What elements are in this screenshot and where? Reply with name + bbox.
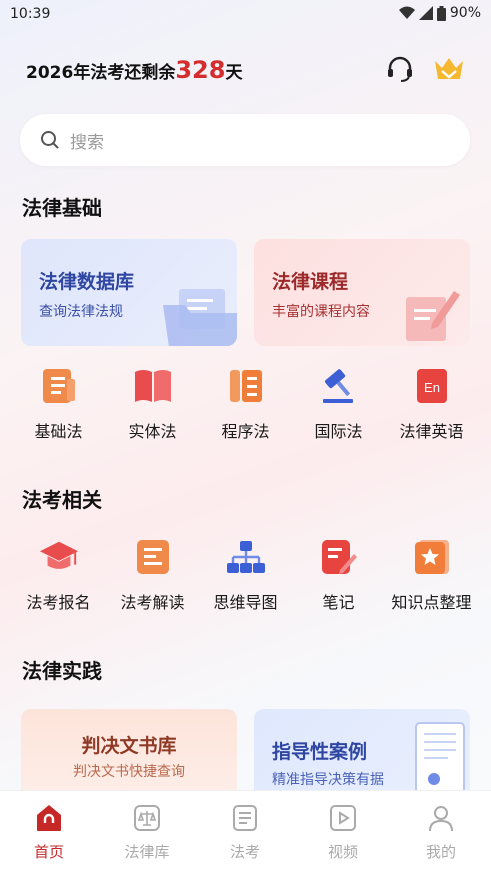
tab-label: 法律库: [124, 843, 170, 861]
vip-crown-icon[interactable]: [432, 52, 466, 86]
graduation-cap-icon: [39, 537, 79, 577]
tab-exam[interactable]: 法考: [205, 803, 285, 862]
scales-icon: [132, 803, 162, 833]
law-database-subtitle: 查询法律法规: [39, 304, 123, 320]
battery-icon: [436, 5, 446, 21]
grid-item-notes[interactable]: 笔记: [292, 537, 385, 613]
note-pen-icon: [319, 537, 359, 577]
folder-icon: [163, 289, 237, 346]
judgment-library-title: 判决文书库: [81, 735, 177, 757]
law-course-title: 法律课程: [272, 271, 349, 293]
tab-label: 法考: [229, 843, 260, 861]
bottom-tab-bar: 首页 法律库 法考 视频 我的: [0, 790, 491, 873]
search-bar[interactable]: 搜索: [20, 114, 470, 166]
home-icon: [34, 803, 64, 833]
grid-label: 法考解读: [120, 593, 185, 612]
grid-label: 知识点整理: [391, 593, 472, 612]
document-list-icon: [230, 803, 260, 833]
judgment-library-card[interactable]: 判决文书库 判决文书快捷查询: [21, 709, 237, 799]
svg-text:En: En: [424, 380, 440, 395]
grid-item-exam-registration[interactable]: 法考报名: [12, 537, 105, 613]
guiding-cases-card[interactable]: 指导性案例 精准指导决策有据: [254, 709, 470, 799]
play-video-icon: [328, 803, 358, 833]
wifi-icon: [398, 6, 415, 19]
mind-map-icon: [226, 537, 266, 577]
document-icon: [39, 366, 79, 406]
judgment-library-subtitle: 判决文书快捷查询: [73, 764, 185, 780]
signal-icon: [418, 6, 433, 20]
law-course-subtitle: 丰富的课程内容: [272, 304, 370, 320]
countdown-prefix: 2026年法考还剩余: [26, 63, 176, 83]
section-title-basic: 法律基础: [22, 196, 102, 220]
user-icon: [426, 803, 456, 833]
tab-label: 首页: [33, 843, 64, 861]
status-time: 10:39: [10, 6, 51, 22]
tab-profile[interactable]: 我的: [401, 803, 481, 862]
exam-countdown: 2026年法考还剩余328天: [26, 56, 242, 84]
guiding-cases-title: 指导性案例: [272, 741, 368, 763]
tab-home[interactable]: 首页: [9, 803, 89, 862]
grid-item-knowledge-points[interactable]: 知识点整理: [385, 537, 478, 613]
english-icon: En: [412, 366, 452, 406]
grid-item-international-law[interactable]: 国际法: [292, 366, 385, 442]
grid-label: 基础法: [34, 422, 83, 441]
tab-label: 我的: [425, 843, 456, 861]
certificate-icon: [415, 722, 465, 794]
grid-item-basic-law[interactable]: 基础法: [12, 366, 105, 442]
search-placeholder: 搜索: [70, 132, 104, 153]
grid-item-procedural-law[interactable]: 程序法: [199, 366, 292, 442]
guiding-cases-subtitle: 精准指导决策有据: [272, 772, 384, 788]
book-icon: [133, 366, 173, 406]
search-icon: [41, 131, 59, 149]
grid-label: 思维导图: [213, 593, 278, 612]
gavel-icon: [319, 366, 359, 406]
tab-law-library[interactable]: 法律库: [107, 803, 187, 862]
list-icon: [226, 366, 266, 406]
law-course-card[interactable]: 法律课程 丰富的课程内容: [254, 239, 470, 346]
notes-icon: [133, 537, 173, 577]
grid-label: 法考报名: [26, 593, 91, 612]
header: 2026年法考还剩余328天: [0, 50, 491, 90]
section-title-exam: 法考相关: [22, 488, 102, 512]
grid-label: 法律英语: [399, 422, 464, 441]
grid-label: 笔记: [322, 593, 355, 612]
battery-percent: 90%: [449, 5, 481, 21]
section-title-practice: 法律实践: [22, 659, 102, 683]
law-database-title: 法律数据库: [39, 271, 135, 293]
grid-label: 程序法: [221, 422, 270, 441]
star-icon: [412, 537, 452, 577]
grid-label: 实体法: [128, 422, 177, 441]
grid-item-substantive-law[interactable]: 实体法: [106, 366, 199, 442]
grid-item-exam-interpretation[interactable]: 法考解读: [106, 537, 199, 613]
customer-service-icon[interactable]: [383, 52, 417, 86]
countdown-number: 328: [175, 56, 226, 84]
countdown-suffix: 天: [225, 63, 243, 83]
grid-label: 国际法: [314, 422, 363, 441]
grid-item-legal-english[interactable]: En 法律英语: [385, 366, 478, 442]
edit-document-icon: [406, 291, 460, 341]
tab-label: 视频: [327, 843, 358, 861]
status-icons: 90%: [398, 5, 481, 21]
tab-video[interactable]: 视频: [303, 803, 383, 862]
status-bar: 10:39 90%: [0, 0, 491, 28]
law-database-card[interactable]: 法律数据库 查询法律法规: [21, 239, 237, 346]
grid-item-mind-map[interactable]: 思维导图: [199, 537, 292, 613]
